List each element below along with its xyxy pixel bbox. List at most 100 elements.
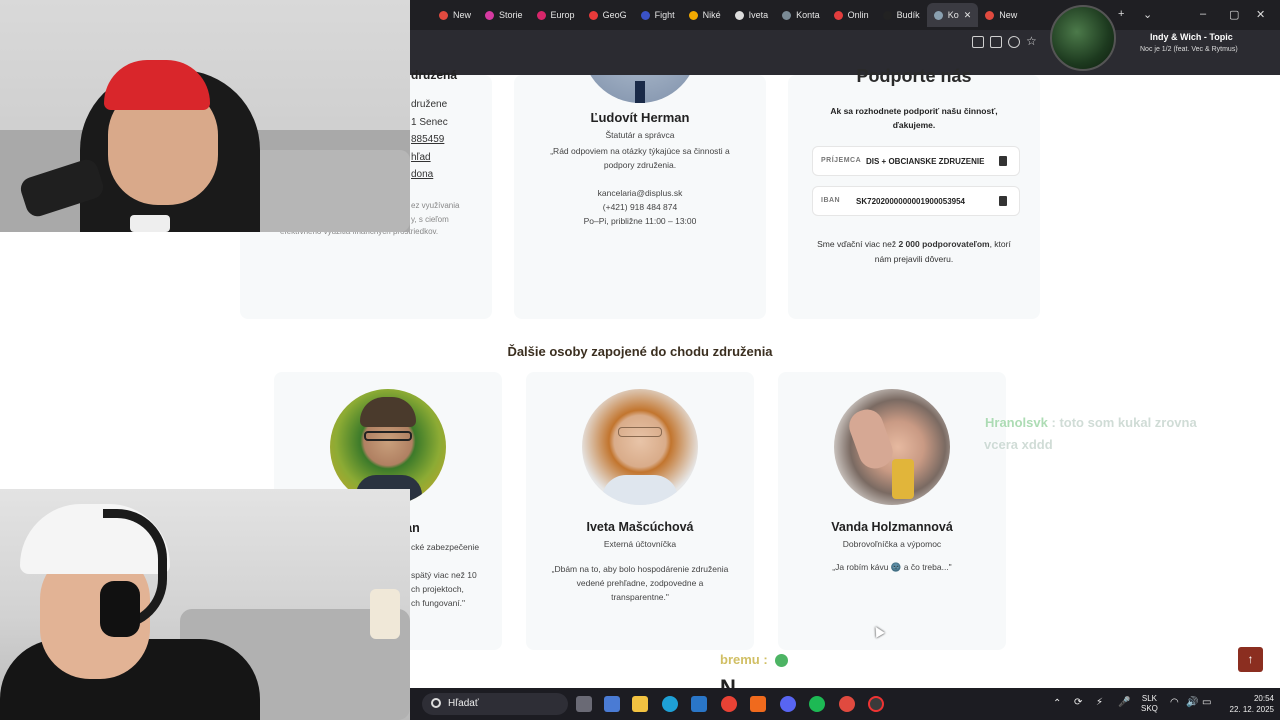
minimize-button[interactable]: – [1200, 8, 1206, 20]
scroll-top-button[interactable]: ↑ [1238, 647, 1263, 672]
spotify-icon[interactable] [809, 696, 825, 712]
quote-line: transparentne." [611, 592, 669, 602]
language-indicator[interactable]: SLK SKQ [1141, 694, 1158, 714]
person-quote: spätý viac než 10 ch projektoch, ch fung… [411, 568, 477, 610]
tab-label: New [999, 10, 1018, 20]
browser-tab[interactable]: Europ [530, 3, 582, 27]
copy-icon[interactable] [999, 156, 1007, 166]
taskbar-search-label: Hľadať [448, 698, 479, 709]
tab-label: Onlin [847, 10, 869, 20]
browser-tab[interactable]: Ko ✕ [926, 3, 979, 27]
browser-tab[interactable]: Niké [682, 3, 728, 27]
star-icon[interactable]: ☆ [1026, 34, 1038, 48]
recipient-label: PRÍJEMCA [821, 157, 862, 164]
thanks-count: 2 000 podporovateľom [898, 239, 990, 249]
taskbar-search[interactable]: Hľadať [422, 693, 568, 715]
reader-icon[interactable] [972, 36, 984, 48]
chat-message: bremu : [720, 652, 789, 668]
recipient-value: DIS + OBCIANSKE ZDRUZENIE [866, 157, 985, 166]
browser-tab[interactable]: Storie [478, 3, 530, 27]
tab-label: Fight [654, 10, 675, 20]
chat-username: bremu [720, 652, 760, 667]
chat-text: vcera xddd [984, 437, 1053, 452]
opera-icon[interactable] [839, 696, 855, 712]
clock-date: 22. 12. 2025 [1229, 705, 1274, 714]
browser-tab[interactable]: New [432, 3, 478, 27]
edge-icon[interactable] [662, 696, 678, 712]
person-quote: „Rád odpoviem na otázky týkajúce sa činn… [514, 144, 766, 172]
iban-label: IBAN [821, 197, 841, 204]
task-view-icon[interactable] [576, 696, 592, 712]
search-icon [431, 698, 441, 708]
emote-icon [775, 654, 789, 668]
tab-label: Europ [550, 10, 575, 20]
new-tab-button[interactable]: + [1118, 8, 1124, 20]
track-subtitle: Noc je 1/2 (feat. Vec & Rytmus) [1140, 46, 1238, 53]
person-name: Ľudovít Herman [590, 110, 690, 125]
person-hours: Po–Pi, približne 11:00 – 13:00 [583, 216, 697, 226]
contact-link[interactable]: dona [411, 166, 448, 184]
person-email[interactable]: kancelaria@displus.sk [514, 186, 766, 200]
discord-icon[interactable] [780, 696, 796, 712]
person-phone[interactable]: (+421) 918 484 874 [514, 200, 766, 214]
wifi-icon[interactable]: ◠ [1170, 697, 1179, 708]
maximize-button[interactable]: ▢ [1229, 8, 1239, 21]
tab-favicon-icon [485, 10, 495, 20]
others-heading: Ďalšie osoby zapojené do chodu združenia [507, 344, 773, 359]
browser-tab[interactable]: Iveta [728, 3, 776, 27]
tray-chevron-icon[interactable]: ⌃ [1053, 698, 1061, 709]
file-explorer-icon[interactable] [632, 696, 648, 712]
browser-tab[interactable]: New [978, 3, 1024, 27]
contact-phone-link[interactable]: 885459 [411, 131, 448, 149]
browser-tab[interactable]: Fight [634, 3, 682, 27]
tab-label: GeoG [602, 10, 627, 20]
avatar-vanda [834, 389, 950, 505]
clock-time: 20:54 [1253, 694, 1274, 703]
support-thanks: Sme vďační viac než 2 000 podporovateľom… [788, 237, 1040, 267]
screenshot-icon[interactable] [990, 36, 1002, 48]
person-quote: „Dbám na to, aby bolo hospodárenie združ… [526, 562, 754, 604]
person-role: Dobrovoľníčka a výpomoc [842, 539, 942, 549]
browser-tab[interactable]: Konta [775, 3, 827, 27]
browser-tab[interactable]: Budík [876, 3, 927, 27]
tab-favicon-icon [882, 10, 892, 20]
chat-text: : [763, 652, 768, 667]
language-top: SLK [1141, 694, 1158, 703]
clock[interactable]: 20:54 22. 12. 2025 [1222, 693, 1274, 715]
battery-icon[interactable]: ▭ [1202, 697, 1211, 708]
chrome-icon[interactable] [721, 696, 737, 712]
close-tab-icon[interactable]: ✕ [964, 10, 972, 21]
brave-icon[interactable] [750, 696, 766, 712]
note-line: ez využívania [411, 201, 460, 210]
browser-tab[interactable]: Onlin [827, 3, 876, 27]
mic-icon[interactable]: 🎤 [1118, 697, 1130, 708]
quote-line: ch projektoch, [411, 584, 464, 594]
contact-link[interactable]: hľad [411, 149, 448, 167]
intro-line: Ak sa rozhodnete podporiť našu činnosť, [830, 106, 998, 116]
copy-icon[interactable] [999, 196, 1007, 206]
support-intro: Ak sa rozhodnete podporiť našu činnosť, … [788, 104, 1040, 132]
person-role: cké zabezpečenie [411, 542, 480, 552]
photos-icon[interactable] [691, 696, 707, 712]
browser-tab[interactable]: GeoG [582, 3, 634, 27]
intro-line: ďakujeme. [892, 120, 936, 130]
tab-favicon-icon [985, 10, 995, 20]
network-icon[interactable]: ⚡ [1096, 697, 1103, 708]
tab-list-button[interactable]: ⌄ [1143, 8, 1152, 21]
translate-icon[interactable] [1008, 36, 1020, 48]
now-playing-widget: Indy & Wich - Topic Noc je 1/2 (feat. Ve… [1050, 5, 1280, 71]
app-icon[interactable] [868, 696, 884, 712]
volume-icon[interactable]: 🔊 [1186, 697, 1198, 708]
sync-icon[interactable]: ⟳ [1074, 697, 1082, 708]
track-title: Indy & Wich - Topic [1150, 32, 1233, 42]
tab-favicon-icon [782, 10, 792, 20]
avatar-iveta [582, 389, 698, 505]
close-window-button[interactable]: ✕ [1256, 8, 1265, 21]
tab-favicon-icon [833, 10, 843, 20]
quote-line: ch fungovaní." [411, 598, 466, 608]
contact-line: družene [411, 99, 448, 110]
tab-label: Storie [499, 10, 523, 20]
taskbar: Hľadať ⌃ ⟳ ⚡ 🎤 SLK SKQ ◠ 🔊 ▭ 20:54 22. 1… [410, 688, 1280, 720]
person-quote: „Ja robím kávu 🌚 a čo treba..." [832, 562, 952, 572]
store-icon[interactable] [604, 696, 620, 712]
